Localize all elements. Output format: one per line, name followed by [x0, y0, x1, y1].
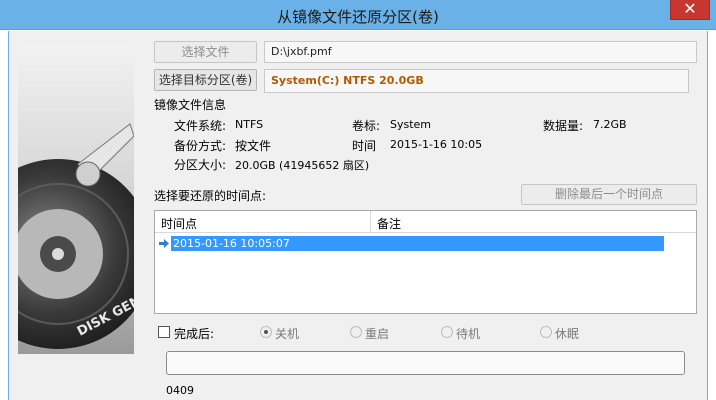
- radio-hibernate-label: 休眠: [555, 327, 580, 341]
- select-target-partition-button[interactable]: 选择目标分区(卷): [154, 69, 257, 91]
- select-file-button[interactable]: 选择文件: [154, 41, 257, 63]
- volume-label: 卷标:: [352, 119, 381, 133]
- time-value: 2015-1-16 10:05: [390, 138, 483, 151]
- datasize-value: 7.2GB: [593, 118, 627, 131]
- progress-bar: [166, 351, 685, 375]
- restore-point-list[interactable]: 时间点 备注 2015-01-16 10:05:07: [154, 210, 697, 314]
- filesystem-value: NTFS: [235, 118, 264, 131]
- restore-point-prompt: 选择要还原的时间点:: [154, 189, 267, 203]
- footer-code: 0409: [166, 384, 194, 397]
- radio-standby-label: 待机: [456, 327, 481, 341]
- list-header: 时间点 备注: [155, 211, 696, 233]
- source-path-field[interactable]: D:\jxbf.pmf: [264, 41, 697, 63]
- window-title: 从镜像文件还原分区(卷): [277, 8, 439, 26]
- radio-shutdown[interactable]: [260, 326, 272, 338]
- volume-value: System: [390, 118, 432, 131]
- radio-hibernate[interactable]: [540, 326, 552, 338]
- filesystem-label: 文件系统:: [174, 119, 227, 133]
- after-complete-checkbox[interactable]: [158, 326, 170, 338]
- table-row[interactable]: 2015-01-16 10:05:07: [157, 236, 664, 251]
- column-header-note[interactable]: 备注: [377, 215, 401, 232]
- partition-size-label: 分区大小:: [174, 158, 227, 172]
- backup-mode-value: 按文件: [235, 139, 272, 153]
- radio-shutdown-label: 关机: [275, 327, 300, 341]
- column-header-time[interactable]: 时间点: [161, 215, 197, 232]
- time-label: 时间: [352, 139, 377, 153]
- target-partition-field[interactable]: System(C:) NTFS 20.0GB: [264, 69, 689, 93]
- image-info-title: 镜像文件信息: [154, 98, 227, 112]
- datasize-label: 数据量:: [543, 119, 584, 133]
- row-time-cell[interactable]: 2015-01-16 10:05:07: [171, 236, 664, 251]
- backup-mode-label: 备份方式:: [174, 139, 227, 153]
- radio-restart[interactable]: [350, 326, 362, 338]
- title-bar: 从镜像文件还原分区(卷) ✕: [0, 0, 716, 30]
- disk-genius-banner: DISK GENIUS: [18, 44, 134, 354]
- column-separator: [370, 211, 371, 233]
- after-complete-label: 完成后:: [174, 327, 215, 341]
- close-button[interactable]: ✕: [670, 0, 710, 20]
- radio-restart-label: 重启: [365, 327, 390, 341]
- arrow-right-icon: [159, 239, 169, 248]
- radio-standby[interactable]: [441, 326, 453, 338]
- delete-last-point-button[interactable]: 删除最后一个时间点: [521, 184, 697, 205]
- partition-size-value: 20.0GB (41945652 扇区): [235, 159, 370, 172]
